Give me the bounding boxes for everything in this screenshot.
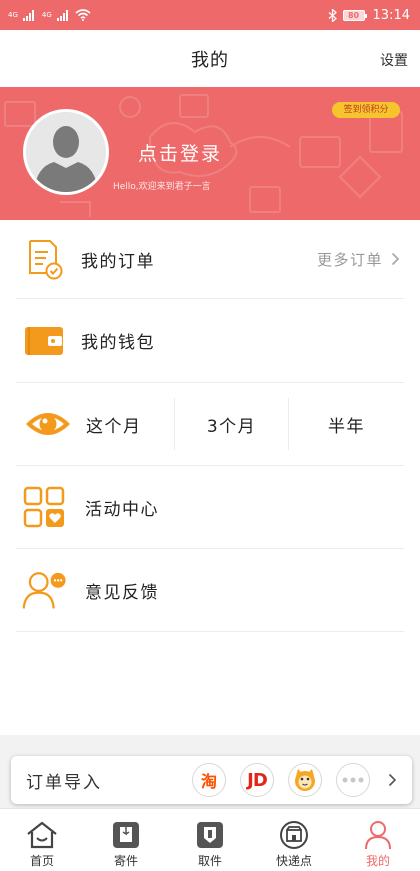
status-bar-left: 4G 4G bbox=[8, 9, 91, 21]
header: 我的 设置 bbox=[0, 30, 420, 87]
home-icon bbox=[26, 820, 58, 850]
activity-center-row[interactable]: 活动中心 bbox=[16, 466, 404, 549]
status-bar: 4G 4G 80 13:14 bbox=[0, 0, 420, 30]
profile-icon bbox=[362, 820, 394, 850]
order-import-label: 订单导入 bbox=[26, 772, 102, 793]
order-import-bar[interactable]: 订单导入 淘 JD bbox=[11, 756, 412, 804]
feedback-label: 意见反馈 bbox=[85, 582, 159, 603]
station-icon bbox=[278, 820, 310, 850]
import-sources: 淘 JD bbox=[192, 763, 400, 797]
period-selector-row: 这个月 3个月 半年 bbox=[16, 383, 404, 466]
activity-center-label: 活动中心 bbox=[85, 499, 159, 520]
send-icon bbox=[110, 820, 142, 850]
feedback-row[interactable]: 意见反馈 bbox=[16, 549, 404, 632]
tab-profile[interactable]: 我的 bbox=[336, 809, 420, 871]
signal-2-label: 4G bbox=[41, 10, 52, 19]
wifi-icon bbox=[75, 9, 91, 21]
pickup-icon bbox=[194, 820, 226, 850]
chevron-right-icon[interactable] bbox=[384, 773, 400, 787]
status-bar-right: 80 13:14 bbox=[328, 8, 410, 23]
welcome-text: Hello,欢迎来到君子一言 bbox=[113, 182, 211, 192]
more-orders-link[interactable]: 更多订单 bbox=[317, 249, 400, 270]
tab-pickup-label: 取件 bbox=[197, 854, 222, 868]
period-this-month[interactable]: 这个月 bbox=[74, 398, 174, 450]
status-time: 13:14 bbox=[372, 7, 410, 23]
activity-grid-icon bbox=[22, 485, 66, 529]
my-orders-row[interactable]: 我的订单 更多订单 bbox=[16, 220, 404, 299]
more-dots-icon[interactable] bbox=[336, 763, 370, 797]
taobao-icon[interactable]: 淘 bbox=[192, 763, 226, 797]
default-avatar-icon bbox=[26, 112, 106, 192]
signal-1-label: 4G bbox=[8, 10, 18, 19]
tab-pickup[interactable]: 取件 bbox=[168, 809, 252, 871]
period-3-months[interactable]: 3个月 bbox=[174, 398, 289, 450]
mascot-icon[interactable] bbox=[288, 763, 322, 797]
more-orders-label: 更多订单 bbox=[316, 250, 383, 269]
page-title: 我的 bbox=[191, 49, 229, 71]
chevron-right-icon bbox=[391, 252, 400, 266]
bottom-tab-bar: 首页 寄件 取件 快递点 我的 bbox=[0, 808, 420, 871]
tab-send[interactable]: 寄件 bbox=[84, 809, 168, 871]
tab-send-label: 寄件 bbox=[113, 854, 138, 868]
signal-1-icon bbox=[22, 9, 34, 21]
period-half-year[interactable]: 半年 bbox=[289, 398, 404, 450]
battery-indicator: 80 bbox=[342, 9, 367, 21]
jd-icon[interactable]: JD bbox=[240, 763, 274, 797]
wallet-icon bbox=[22, 319, 66, 363]
profile-banner: 点击登录 Hello,欢迎来到君子一言 签到领积分 bbox=[0, 87, 420, 220]
my-wallet-label: 我的钱包 bbox=[81, 333, 155, 353]
orders-icon bbox=[22, 237, 66, 281]
bluetooth-icon bbox=[328, 8, 337, 22]
login-link[interactable]: 点击登录 bbox=[138, 139, 222, 166]
tab-profile-label: 我的 bbox=[365, 854, 390, 868]
settings-button[interactable]: 设置 bbox=[380, 50, 408, 70]
my-orders-label: 我的订单 bbox=[81, 251, 155, 272]
feedback-user-icon bbox=[22, 568, 66, 612]
sign-in-points-badge[interactable]: 签到领积分 bbox=[332, 102, 400, 118]
avatar[interactable] bbox=[23, 109, 109, 195]
tab-home[interactable]: 首页 bbox=[0, 809, 84, 871]
eye-icon bbox=[22, 402, 74, 446]
tab-station-label: 快递点 bbox=[275, 854, 312, 868]
tab-home-label: 首页 bbox=[29, 854, 54, 868]
signal-2-icon bbox=[56, 9, 68, 21]
tab-station[interactable]: 快递点 bbox=[252, 809, 336, 871]
my-wallet-row[interactable]: 我的钱包 bbox=[16, 299, 404, 383]
